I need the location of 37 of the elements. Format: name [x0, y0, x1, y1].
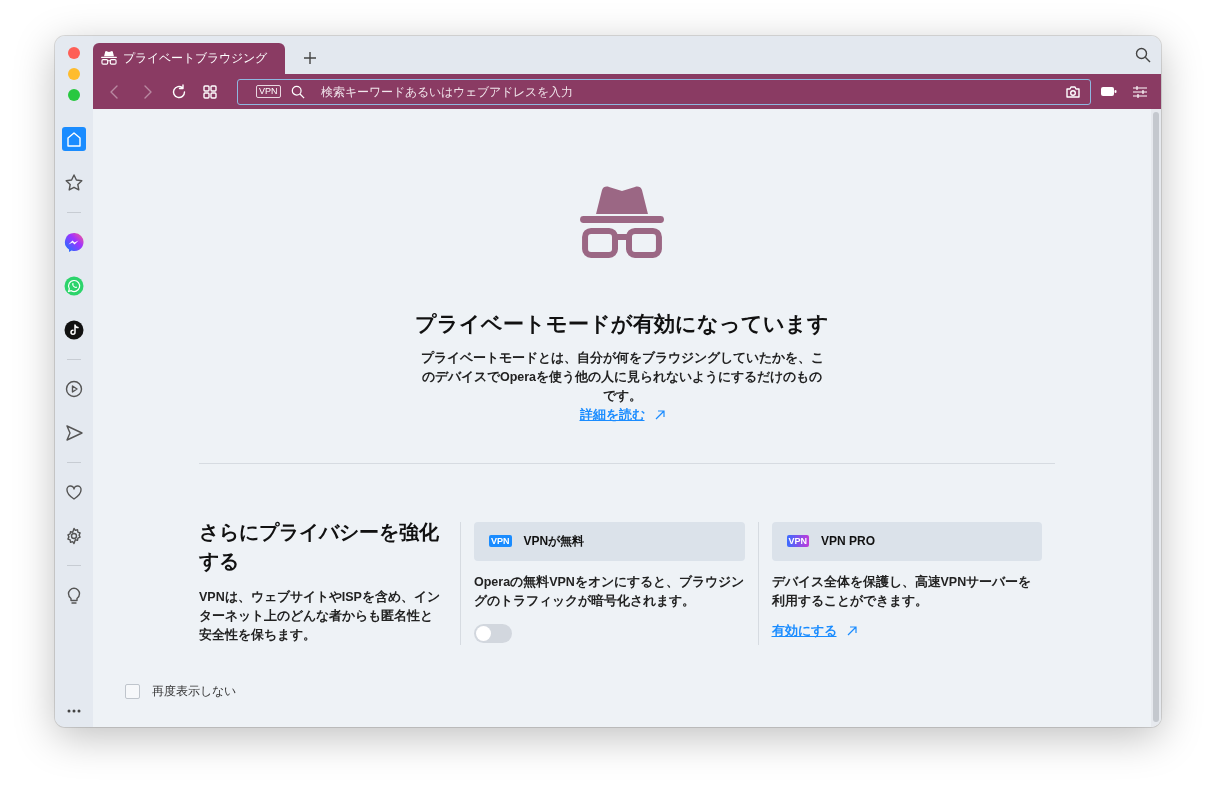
settings-icon[interactable]: [64, 526, 84, 546]
checkbox[interactable]: [125, 684, 140, 699]
section-text: VPNは、ウェブサイトやISPを含め、インターネット上のどんな者からも匿名性と安全性を保ちます。: [199, 588, 440, 644]
vpn-badge: VPN: [786, 535, 809, 548]
card-title: VPN PRO: [821, 534, 876, 549]
checkbox-label: 再度表示しない: [152, 683, 236, 700]
address-field[interactable]: VPN 検索キーワードあるいはウェブアドレスを入力: [237, 78, 1091, 105]
tiktok-icon[interactable]: [64, 320, 84, 340]
more-icon[interactable]: [67, 709, 81, 713]
search-icon[interactable]: [1135, 47, 1151, 63]
camera-icon[interactable]: [1066, 85, 1080, 98]
play-icon[interactable]: [64, 379, 84, 399]
incognito-icon: [101, 51, 117, 66]
section-heading: さらにプライバシーを強化する: [199, 519, 440, 574]
search-icon: [290, 84, 305, 99]
external-link-icon: [846, 626, 857, 637]
card-description: デバイス全体を保護し、高速VPNサーバーを利用することができます。: [771, 573, 1033, 610]
scrollbar[interactable]: [1151, 109, 1161, 727]
home-icon[interactable]: [62, 127, 86, 151]
messenger-icon[interactable]: [64, 232, 84, 252]
description-text: プライベートモードとは、自分が何をブラウジングしていたかを、このデバイスでOperaを使う他の人に見られないようにするだけのものです。: [419, 349, 825, 405]
vpn-toggle[interactable]: [474, 623, 512, 643]
heart-icon[interactable]: [64, 482, 84, 502]
grid-icon[interactable]: [203, 84, 217, 99]
card-description: Operaの無料VPNをオンにすると、ブラウジングのトラフィックが暗号化されます。: [474, 573, 745, 610]
send-icon[interactable]: [64, 423, 84, 443]
reload-icon[interactable]: [171, 83, 187, 100]
vpn-badge: VPN: [489, 535, 512, 548]
browser-tab[interactable]: プライベートブラウジング: [93, 43, 285, 74]
card-title: VPNが無料: [523, 532, 585, 550]
vpn-badge[interactable]: VPN: [256, 85, 281, 98]
settings-sliders-icon[interactable]: [1133, 85, 1147, 98]
external-link-icon: [654, 410, 665, 421]
star-icon[interactable]: [64, 173, 84, 193]
page-title: プライベートモードが有効になっています: [415, 310, 829, 337]
battery-icon[interactable]: [1101, 87, 1117, 96]
incognito-icon: [580, 186, 664, 260]
